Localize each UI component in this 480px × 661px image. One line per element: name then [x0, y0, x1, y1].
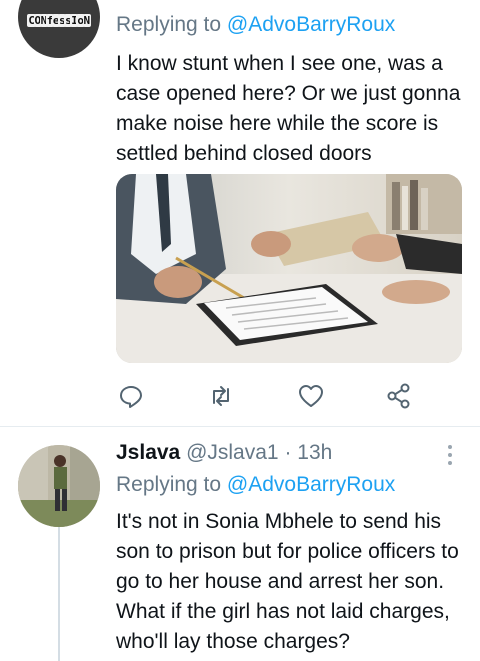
tweet-text: I know stunt when I see one, was a case …: [116, 52, 461, 165]
more-vertical-icon[interactable]: [442, 443, 458, 465]
tweet-image[interactable]: [116, 174, 462, 363]
tweet-actions: [116, 381, 426, 411]
share-icon[interactable]: [384, 381, 414, 411]
tweet-1[interactable]: CONfessIoN Replying to @AdvoBarryRoux I …: [0, 0, 480, 426]
replying-handle-link[interactable]: @AdvoBarryRoux: [227, 13, 395, 36]
tweet-header: Jslava @Jslava1 · 13h: [116, 441, 332, 465]
reply-icon[interactable]: [116, 381, 146, 411]
separator: ·: [284, 441, 292, 464]
tweet-text: It's not in Sonia Mbhele to send his son…: [116, 510, 459, 653]
replying-handle-link[interactable]: @AdvoBarryRoux: [227, 473, 395, 496]
retweet-icon[interactable]: [206, 381, 236, 411]
replying-to: Replying to @AdvoBarryRoux: [116, 13, 395, 37]
replying-prefix: Replying to: [116, 473, 222, 496]
confession-logo: CONfessIoN: [27, 14, 91, 27]
thread-line: [58, 527, 60, 661]
replying-to: Replying to @AdvoBarryRoux: [116, 473, 395, 497]
replying-prefix: Replying to: [116, 13, 222, 36]
tweet-2[interactable]: Jslava @Jslava1 · 13h Replying to @AdvoB…: [0, 426, 480, 661]
timestamp[interactable]: 13h: [297, 441, 332, 464]
display-name[interactable]: Jslava: [116, 441, 180, 464]
user-handle[interactable]: @Jslava1: [186, 441, 279, 464]
avatar[interactable]: CONfessIoN: [18, 0, 100, 58]
avatar[interactable]: [18, 445, 100, 527]
like-icon[interactable]: [296, 381, 326, 411]
